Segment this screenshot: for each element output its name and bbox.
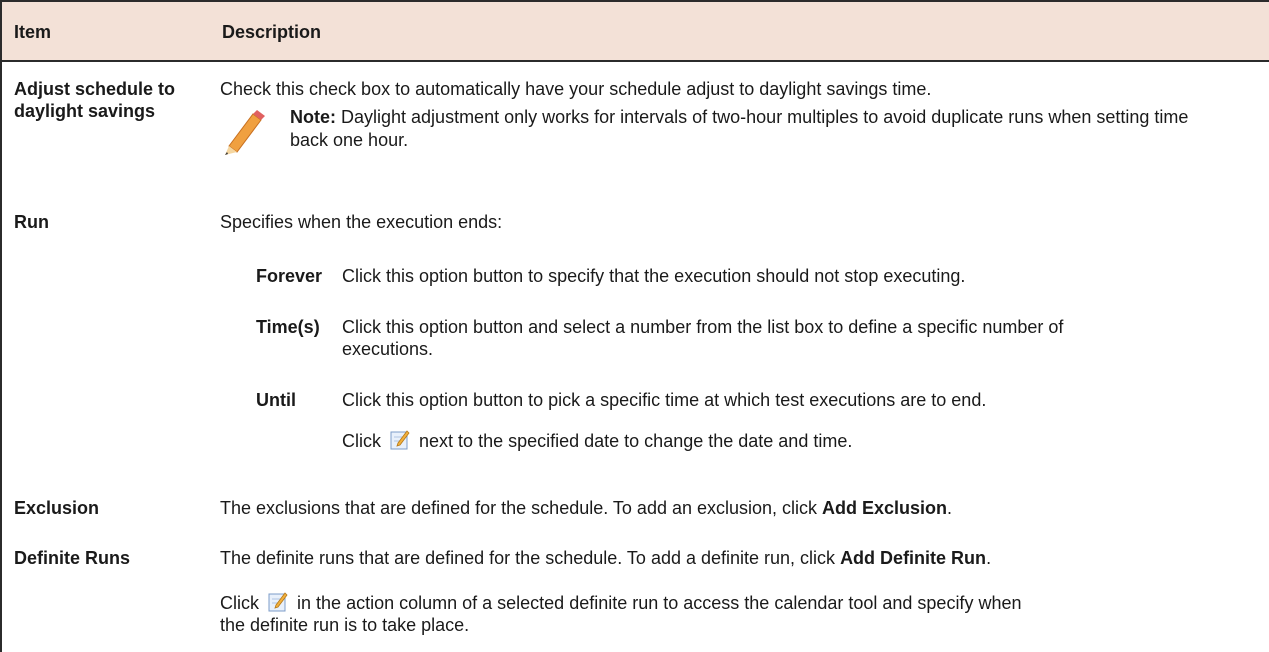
until-edit-line: Click next to the specified date to chan…: [342, 428, 1202, 452]
option-desc-forever: Click this option button to specify that…: [342, 266, 966, 286]
edit-icon: [268, 592, 288, 612]
note-text: Daylight adjustment only works for inter…: [290, 107, 1189, 150]
option-term-forever: Forever: [256, 266, 323, 286]
item-exclusion: Exclusion: [14, 498, 100, 518]
until-rest-text: next to the specified date to change the…: [419, 431, 853, 451]
pencil-icon: [225, 110, 265, 155]
definite-text: The definite runs that are defined for t…: [220, 548, 841, 568]
definite-rest-text: in the action column of a selected defin…: [220, 593, 1022, 635]
desc-definite-runs: The definite runs that are defined for t…: [220, 547, 1259, 569]
item-definite-runs: Definite Runs: [14, 548, 131, 568]
until-click-text: Click: [342, 431, 381, 451]
note-label: Note:: [290, 107, 336, 127]
exclusion-text: The exclusions that are defined for the …: [220, 498, 823, 518]
table-header: Item Description: [2, 0, 1269, 62]
add-definite-run-label: Add Definite Run: [840, 548, 987, 568]
options-table: Item Description Adjust schedule to dayl…: [0, 0, 1269, 652]
edit-icon: [390, 430, 410, 450]
table-row-adjust: Adjust schedule to daylight savings Chec…: [2, 62, 1269, 197]
add-exclusion-label: Add Exclusion: [822, 498, 948, 518]
exclusion-end: .: [947, 498, 953, 518]
option-desc-times: Click this option button and select a nu…: [342, 317, 1064, 359]
definite-end: .: [986, 548, 992, 568]
definite-edit-line: Click in the action column of a selected…: [220, 590, 1040, 636]
definite-click-text: Click: [220, 593, 259, 613]
header-item: Item: [14, 22, 52, 42]
header-description: Description: [222, 22, 322, 42]
desc-run: Specifies when the execution ends:: [220, 212, 503, 232]
item-run: Run: [14, 212, 49, 232]
table-row-definite-runs: Definite Runs The definite runs that are…: [2, 530, 1269, 652]
note-daylight: Note: Daylight adjustment only works for…: [290, 106, 1220, 152]
table-row-run: Run Specifies when the execution ends: F…: [2, 197, 1269, 463]
option-term-until: Until: [256, 390, 296, 410]
table-row-exclusion: Exclusion The exclusions that are define…: [2, 480, 1269, 530]
item-adjust-schedule: Adjust schedule to daylight savings: [14, 79, 176, 121]
desc-adjust-schedule: Check this check box to automatically ha…: [220, 79, 932, 99]
option-desc-until: Click this option button to pick a speci…: [342, 390, 987, 410]
desc-exclusion: The exclusions that are defined for the …: [220, 497, 1259, 519]
option-term-times: Time(s): [256, 317, 320, 337]
